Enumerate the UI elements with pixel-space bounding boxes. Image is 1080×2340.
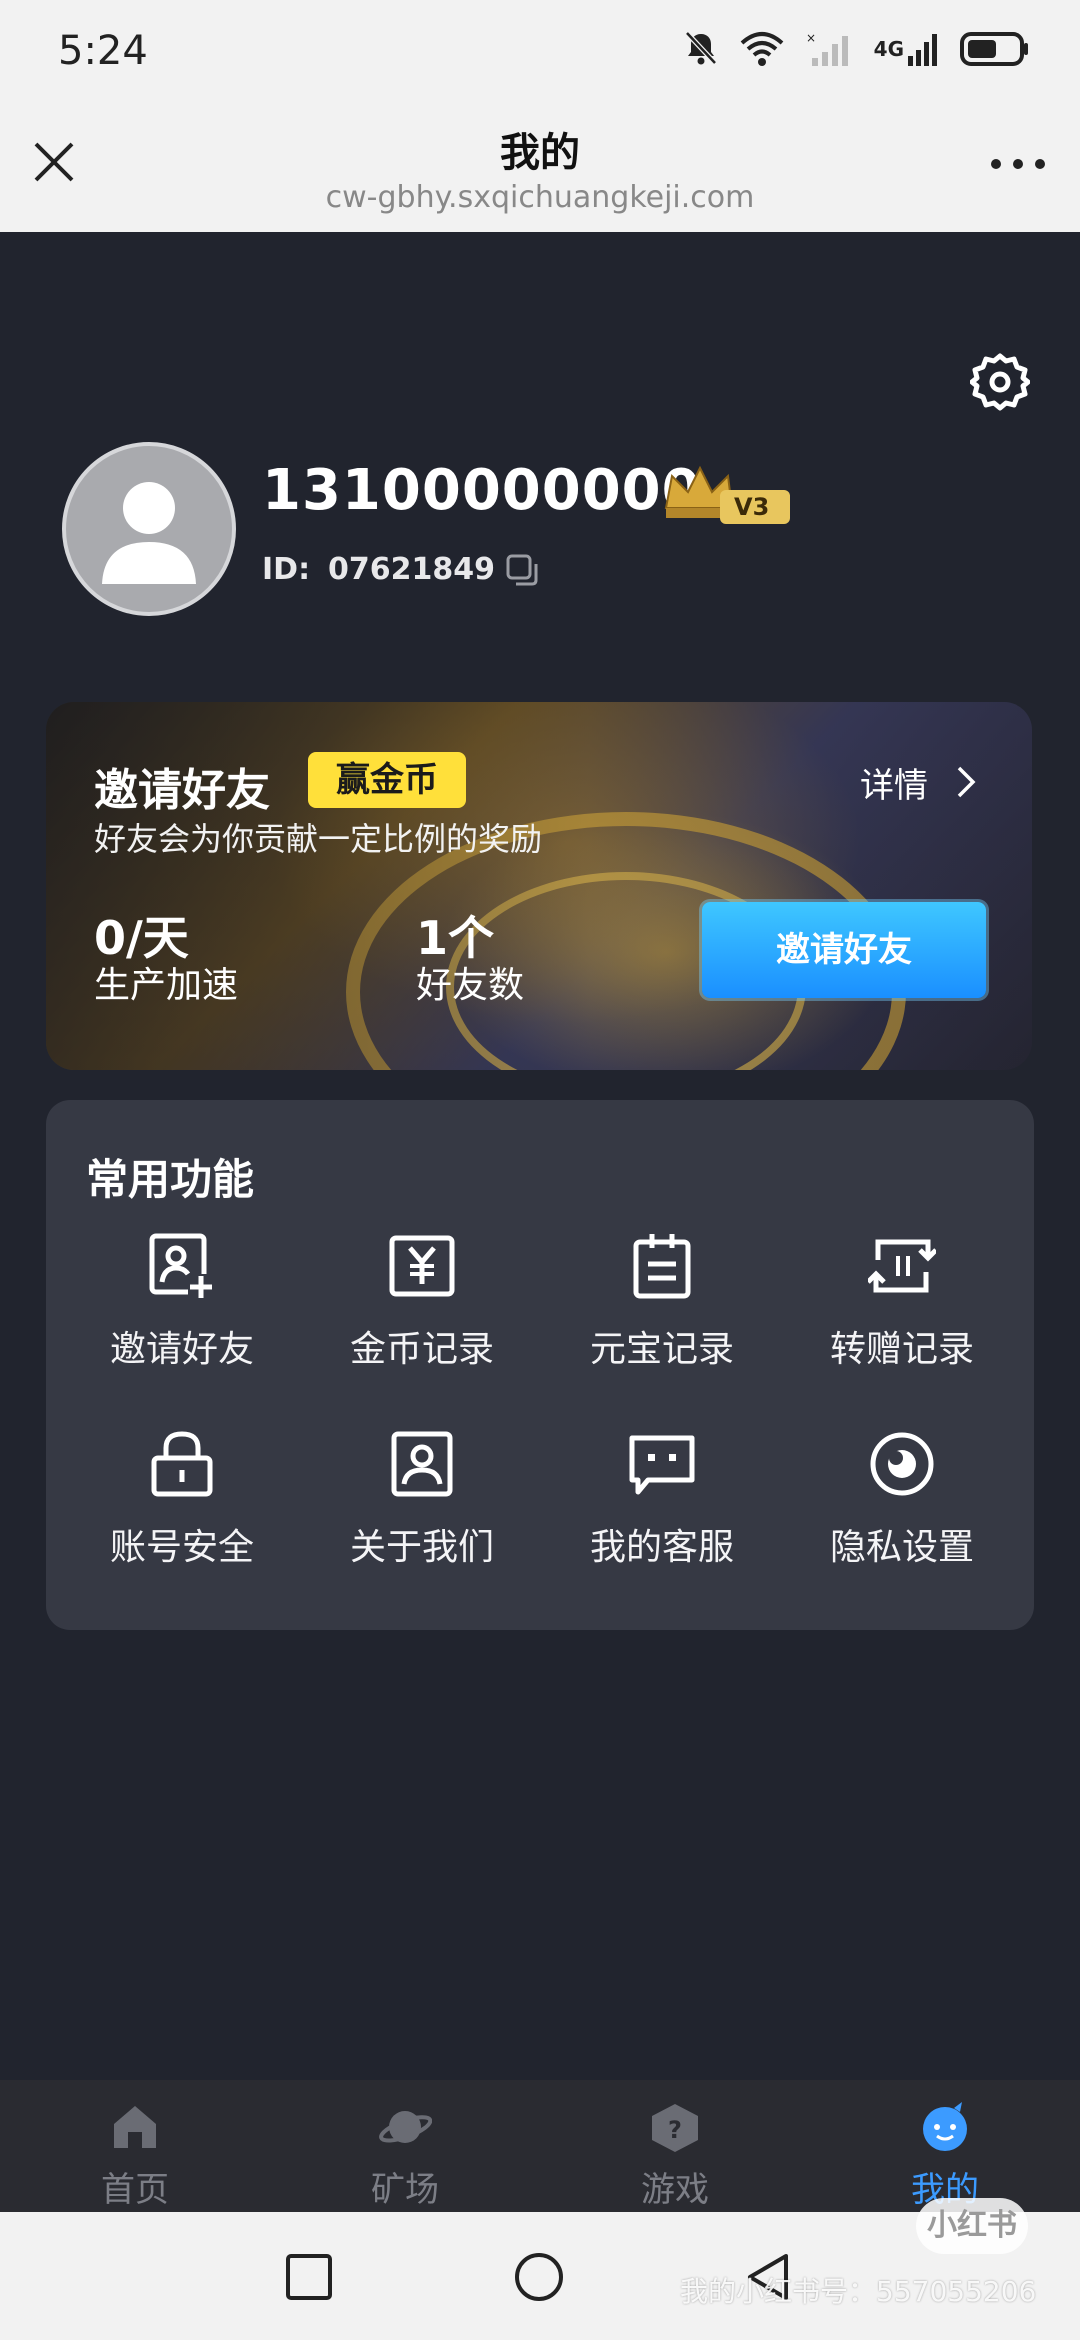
transfer-icon: [868, 1239, 936, 1293]
tab-mine-field[interactable]: 矿场: [270, 2080, 540, 2212]
eye-icon: [870, 1432, 934, 1496]
user-id-value: 07621849: [328, 552, 495, 587]
func-privacy-settings[interactable]: 隐私设置: [782, 1430, 1022, 1590]
func-customer-service[interactable]: 我的客服: [542, 1430, 782, 1590]
func-label: 关于我们: [349, 1527, 494, 1568]
func-invite-friends[interactable]: 邀请好友: [62, 1232, 302, 1392]
status-bar: 5:24 × 4G: [0, 0, 1080, 100]
tab-home[interactable]: 首页: [0, 2080, 270, 2212]
wifi-icon: [740, 32, 783, 66]
func-label: 隐私设置: [829, 1527, 974, 1568]
home-icon: [114, 2106, 156, 2148]
func-about-us[interactable]: 关于我们: [302, 1430, 542, 1590]
tab-games[interactable]: ? 游戏: [540, 2080, 810, 2212]
status-time: 5:24: [58, 28, 148, 74]
profile-card-icon: [391, 1431, 453, 1497]
bottom-tab-bar: 首页 矿场 ? 游戏 我的: [0, 2080, 1080, 2212]
vip-level-text: V3: [734, 493, 769, 521]
signal-icon: [908, 34, 937, 66]
game-box-icon: ?: [652, 2104, 698, 2152]
default-user-icon: [102, 482, 196, 584]
invite-subtitle: 好友会为你贡献一定比例的奖励: [94, 820, 543, 858]
planet-icon: [379, 2111, 432, 2143]
chevron-right-icon[interactable]: [954, 764, 978, 800]
func-transfer-records[interactable]: 转赠记录: [782, 1232, 1022, 1392]
func-ingot-records[interactable]: 元宝记录: [542, 1232, 782, 1392]
add-user-icon: [149, 1233, 214, 1300]
func-label: 转赠记录: [829, 1329, 974, 1370]
func-label: 金币记录: [349, 1329, 494, 1370]
common-functions-heading: 常用功能: [86, 1155, 255, 1204]
func-label: 账号安全: [109, 1527, 254, 1568]
func-label: 我的客服: [589, 1527, 734, 1568]
avatar[interactable]: [62, 442, 236, 616]
common-functions-card: 常用功能 邀请好友 金币记录 元宝记录 转赠记录 账号安全 关于我们 我的客服 …: [46, 1100, 1034, 1630]
func-coin-records[interactable]: 金币记录: [302, 1232, 542, 1392]
copy-icon[interactable]: [504, 552, 540, 588]
yuan-icon: [389, 1235, 455, 1297]
earn-coins-badge: 赢金币: [308, 752, 466, 808]
home-button[interactable]: [512, 2250, 566, 2304]
gear-icon[interactable]: [970, 352, 1030, 412]
tab-label: 游戏: [641, 2170, 709, 2210]
svg-text:?: ?: [668, 2116, 682, 2144]
tab-mine[interactable]: 我的: [810, 2080, 1080, 2212]
details-link[interactable]: 详情: [860, 758, 928, 807]
browser-header: 我的 cw-gbhy.sxqichuangkeji.com: [0, 100, 1080, 232]
lock-icon: [151, 1431, 213, 1497]
calendar-icon: [633, 1234, 691, 1299]
friend-count-label: 好友数: [416, 965, 525, 1006]
func-account-security[interactable]: 账号安全: [62, 1430, 302, 1590]
user-id-label: ID:: [262, 552, 311, 587]
status-icons: × 4G: [684, 30, 1030, 68]
tab-label: 首页: [101, 2170, 169, 2210]
mascot-icon: [923, 2102, 967, 2151]
network-type-label: 4G: [873, 37, 904, 61]
func-label: 元宝记录: [589, 1329, 734, 1370]
func-label: 邀请好友: [109, 1329, 254, 1370]
svg-text:×: ×: [806, 31, 816, 45]
invite-banner[interactable]: 邀请好友 赢金币 好友会为你贡献一定比例的奖励 详情 0/天 生产加速 1个 好…: [46, 702, 1032, 1070]
user-phone: 13100000000: [262, 458, 702, 523]
watermark-text: 我的小红书号：557055206: [680, 2275, 1037, 2308]
more-icon[interactable]: [988, 156, 1048, 172]
watermark-logo: 小红书: [916, 2198, 1028, 2254]
mute-bell-icon: [684, 31, 717, 65]
invite-friends-button[interactable]: 邀请好友: [702, 902, 986, 998]
page-url: cw-gbhy.sxqichuangkeji.com: [325, 180, 755, 215]
vip-crown-badge: V3: [664, 465, 790, 524]
battery-icon: [960, 32, 1028, 66]
production-speed-label: 生产加速: [94, 965, 239, 1006]
invite-title: 邀请好友: [94, 765, 270, 816]
chat-icon: [629, 1435, 695, 1495]
tab-label: 矿场: [371, 2170, 439, 2210]
recents-button[interactable]: [282, 2250, 336, 2304]
page-title: 我的: [500, 130, 580, 176]
signal-no-sim-icon: ×: [806, 31, 848, 66]
